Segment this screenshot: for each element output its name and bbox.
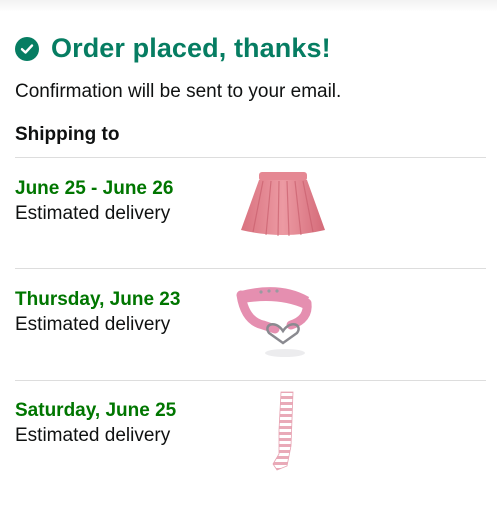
top-fade [0, 0, 497, 12]
shipping-to-label[interactable]: Shipping to [15, 124, 119, 146]
delivery-status: Estimated delivery [15, 425, 171, 446]
divider [15, 268, 486, 269]
shipment-item[interactable]: Saturday, June 25 Estimated delivery [15, 391, 485, 510]
shipment-item[interactable]: Thursday, June 23 Estimated delivery [15, 287, 485, 399]
divider [15, 380, 486, 381]
divider [15, 157, 486, 158]
check-circle-icon [15, 36, 39, 61]
delivery-date: Thursday, June 23 [15, 289, 181, 310]
delivery-date: Saturday, June 25 [15, 400, 177, 421]
pink-pleated-skirt-image[interactable] [233, 168, 333, 258]
delivery-date: June 25 - June 26 [15, 178, 174, 199]
pink-striped-stocking-image[interactable] [233, 390, 333, 480]
delivery-status: Estimated delivery [15, 203, 171, 224]
shipment-item[interactable]: June 25 - June 26 Estimated delivery [15, 172, 485, 288]
pink-heart-choker-image[interactable] [233, 281, 333, 371]
confirmation-text: Confirmation will be sent to your email. [15, 81, 342, 102]
page-title: Order placed, thanks! [51, 33, 331, 63]
order-confirmation-header: Order placed, thanks! [15, 33, 331, 64]
delivery-status: Estimated delivery [15, 314, 171, 335]
